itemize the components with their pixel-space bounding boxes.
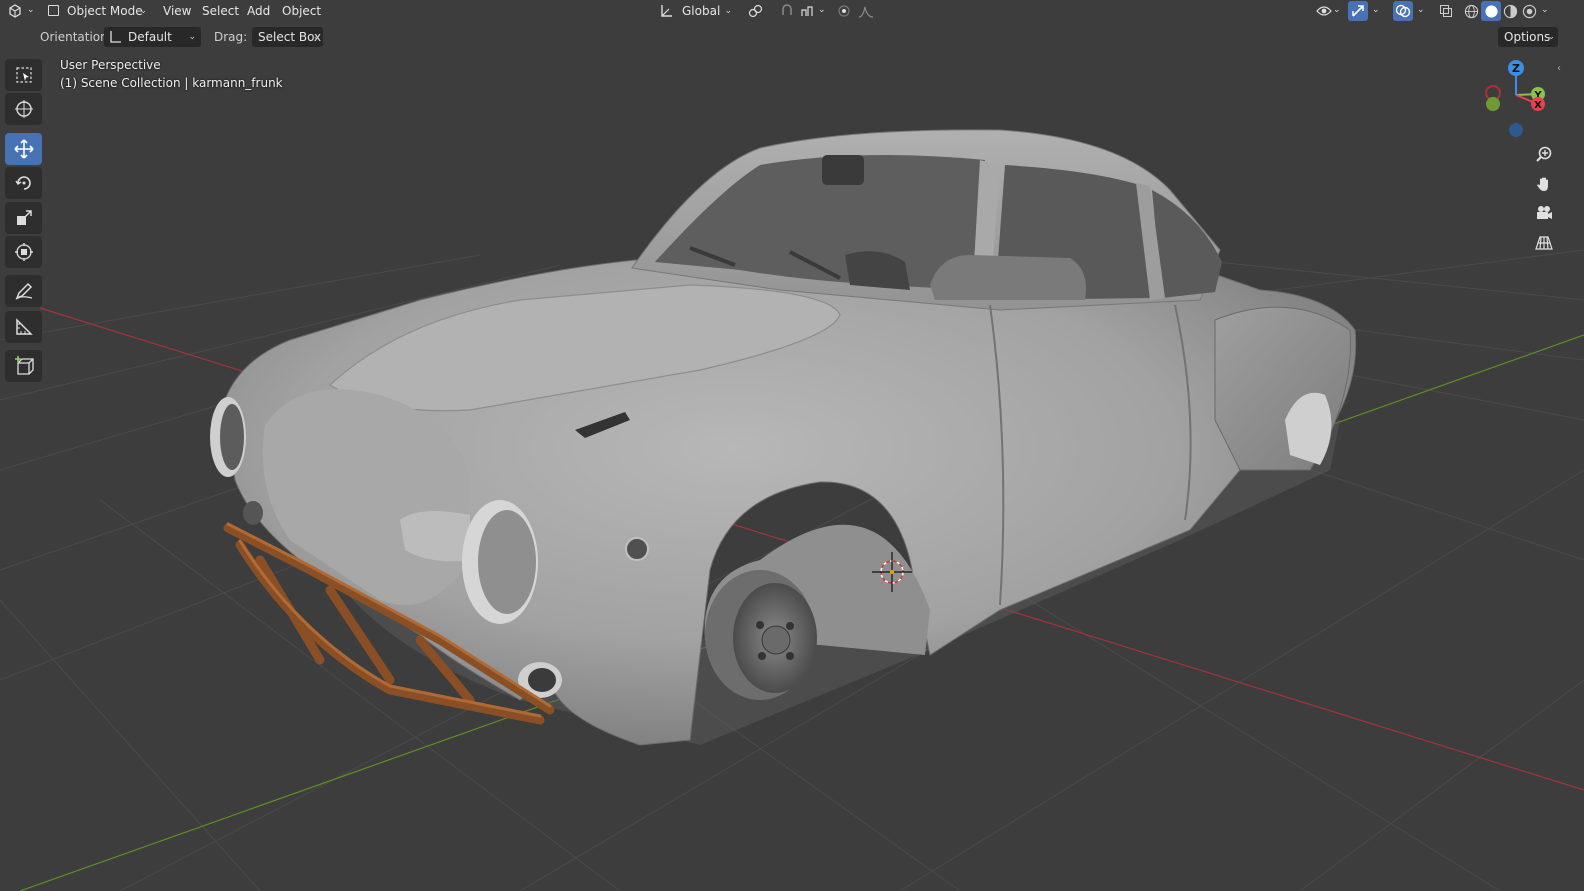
- solid-icon[interactable]: [1481, 1, 1501, 21]
- chevron-left-icon[interactable]: ‹: [1557, 63, 1561, 74]
- options-dropdown[interactable]: Options ⌄: [1498, 27, 1558, 47]
- transform-orientation-label: Global: [682, 4, 721, 18]
- menu-add[interactable]: Add: [247, 3, 270, 19]
- wireframe-icon[interactable]: [1461, 1, 1481, 21]
- chevron-down-icon: ⌄: [1547, 32, 1555, 42]
- chevron-down-icon: ⌄: [188, 32, 196, 42]
- xray-toggle-icon[interactable]: [1436, 1, 1456, 21]
- 3d-viewport[interactable]: [0, 0, 1584, 891]
- menu-object[interactable]: Object: [282, 3, 321, 19]
- menu-view[interactable]: View: [163, 3, 191, 19]
- cursor-icon: [14, 100, 33, 118]
- viewport-collection-label: (1) Scene Collection | karmann_frunk: [60, 76, 283, 90]
- left-headlight: [210, 397, 246, 477]
- chevron-down-icon: ⌄: [818, 5, 826, 15]
- visibility-eye-icon[interactable]: [1314, 1, 1334, 21]
- chevron-down-icon: ⌄: [139, 6, 147, 16]
- orientation-label: Orientation:: [40, 30, 112, 44]
- move-tool[interactable]: [5, 133, 42, 165]
- select-box-icon: [15, 67, 32, 83]
- orientation-dropdown[interactable]: Default ⌄: [104, 27, 201, 47]
- pan-hand-icon[interactable]: [1530, 170, 1558, 198]
- orientation-value: Default: [128, 30, 172, 44]
- drag-dropdown[interactable]: Select Box ⌄: [252, 27, 323, 47]
- scale-tool[interactable]: [5, 202, 42, 234]
- viewport-header: ⌄ Object Mode ⌄ View Select Add Object G…: [0, 0, 1584, 22]
- add-cube-icon: [14, 356, 34, 375]
- snap-toggle-icon[interactable]: [777, 1, 797, 21]
- drag-label: Drag:: [214, 30, 248, 44]
- material-preview-icon[interactable]: [1500, 1, 1520, 21]
- orientation-axes-icon: [659, 1, 673, 27]
- gizmo-z-label: Z: [1512, 62, 1520, 75]
- chevron-down-icon: ⌄: [724, 6, 732, 16]
- navigation-gizmo[interactable]: Z Y X: [1480, 56, 1560, 141]
- orientation-axes-icon: [108, 27, 122, 53]
- viewport-perspective-label: User Perspective: [60, 58, 161, 72]
- scale-icon: [16, 210, 32, 225]
- camera-icon[interactable]: [1530, 199, 1558, 227]
- gizmo-neg-y: [1486, 97, 1500, 111]
- pivot-point-icon[interactable]: [745, 1, 765, 21]
- transform-icon: [14, 243, 33, 261]
- show-overlays-icon[interactable]: [1393, 1, 1413, 21]
- gizmo-neg-z: [1509, 123, 1523, 137]
- chevron-down-icon: ⌄: [1417, 5, 1425, 15]
- mode-dropdown[interactable]: Object Mode ⌄: [42, 1, 152, 21]
- editor-type-3d-viewport-icon[interactable]: [5, 1, 25, 21]
- zoom-icon[interactable]: [1530, 140, 1558, 168]
- chevron-down-icon: ⌄: [1333, 5, 1341, 15]
- chevron-down-icon: ⌄: [27, 5, 35, 15]
- proportional-editing-icon[interactable]: [834, 1, 854, 21]
- perspective-grid-icon[interactable]: [1530, 229, 1558, 257]
- chevron-down-icon: ⌄: [312, 32, 320, 42]
- cursor-tool[interactable]: [5, 93, 42, 125]
- transform-orientation-dropdown[interactable]: Global ⌄: [655, 1, 737, 21]
- right-headlight: [462, 500, 538, 624]
- annotate-tool[interactable]: [5, 275, 42, 307]
- move-icon: [13, 139, 34, 159]
- select-box-tool[interactable]: [5, 59, 42, 91]
- options-label: Options: [1504, 30, 1551, 44]
- mode-label: Object Mode: [67, 4, 143, 18]
- add-cube-tool[interactable]: [5, 350, 42, 382]
- tool-settings-header: Orientation: Default ⌄ Drag: Select Box …: [0, 26, 1584, 50]
- transform-tool[interactable]: [5, 236, 42, 268]
- menu-select[interactable]: Select: [202, 3, 239, 19]
- measure-tool[interactable]: [5, 311, 42, 343]
- rotate-tool[interactable]: [5, 167, 42, 199]
- chevron-down-icon: ⌄: [1372, 5, 1380, 15]
- object-mode-icon: [48, 5, 59, 16]
- rotate-icon: [14, 176, 31, 190]
- chevron-down-icon: ⌄: [1541, 5, 1549, 15]
- snap-increment-icon[interactable]: [799, 1, 819, 21]
- show-gizmo-icon[interactable]: [1348, 1, 1368, 21]
- rendered-icon[interactable]: [1519, 1, 1539, 21]
- gizmo-x-label: X: [1534, 100, 1542, 111]
- measure-ruler-icon: [15, 318, 33, 335]
- annotate-pencil-icon: [15, 282, 32, 300]
- proportional-falloff-icon[interactable]: [856, 1, 876, 21]
